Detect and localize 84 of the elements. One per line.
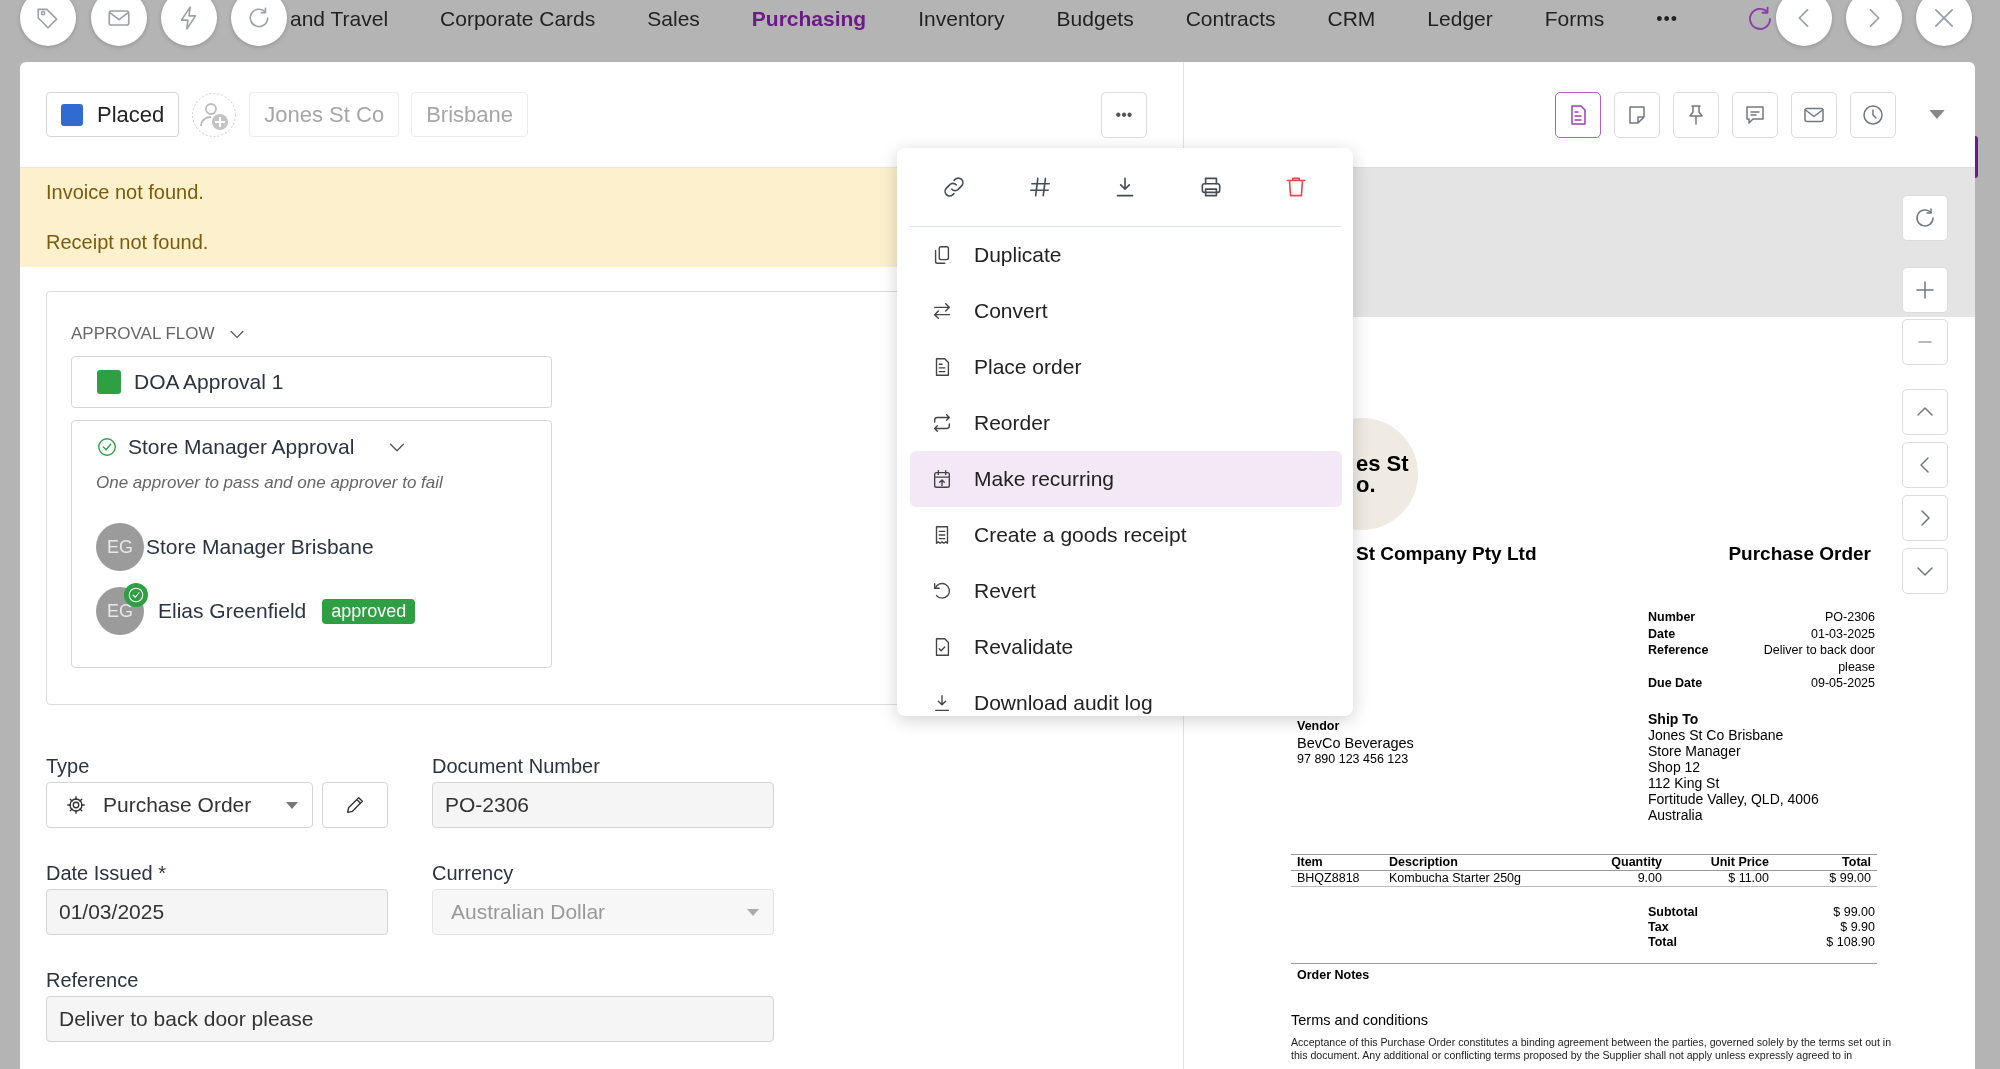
date-field[interactable]: 01/03/2025 (46, 889, 388, 935)
address-line: Australia (1648, 806, 1704, 823)
total-label: Tax (1648, 919, 1670, 935)
address-line: Store Manager (1648, 742, 1742, 759)
address-line: Fortitude Valley, QLD, 4006 (1648, 790, 1820, 807)
approval-stage[interactable]: DOA Approval 1 (71, 356, 552, 408)
status-chip[interactable]: Placed (46, 92, 180, 137)
total-value: $ 108.90 (1826, 934, 1875, 950)
menu-item[interactable]: Duplicate (910, 227, 1342, 283)
menu-item[interactable]: Reorder (910, 395, 1342, 451)
type-select[interactable]: Purchase Order (46, 782, 313, 828)
column-header: Quantity (1600, 854, 1668, 870)
column-header: Description (1383, 854, 1600, 870)
nav-tab[interactable]: Sales (647, 7, 700, 31)
section-title: APPROVAL FLOW (71, 324, 215, 344)
meta-label: Number (1648, 609, 1697, 626)
field-label: Currency (432, 862, 515, 885)
table-cell: Kombucha Starter 250g (1383, 870, 1600, 886)
column-header: Unit Price (1668, 854, 1775, 870)
nav-tab[interactable]: Contracts (1185, 7, 1276, 31)
reference-field[interactable]: Deliver to back door please (46, 996, 774, 1042)
table-cell: $ 11.00 (1668, 870, 1775, 886)
more-button[interactable]: ••• (1101, 91, 1147, 138)
field-label: Document Number (432, 755, 601, 778)
total-value: $ 9.90 (1839, 919, 1875, 935)
logo-text: es St (1356, 453, 1410, 474)
company-name: St Company Pty Ltd (1356, 543, 1537, 565)
meta-label: Due Date (1648, 675, 1704, 692)
terms-text: Acceptance of this Purchase Order constitutes a binding agreement between the parties, governed solely by the terms set out in this document. Any additional or conflicting terms proposed by the Supplier shall not apply unless expressly agreed to in (1291, 1035, 1893, 1062)
menu-item[interactable]: Download audit log (910, 675, 1342, 716)
logo-text: o. (1356, 474, 1377, 495)
menu-item[interactable]: Make recurring (910, 451, 1342, 507)
column-header: Total (1775, 854, 1877, 870)
nav-tab[interactable]: Corporate Cards (440, 7, 596, 31)
nav-tab[interactable]: Inventory (918, 7, 1005, 31)
nav-tab[interactable]: Purchasing (751, 7, 867, 31)
avatar: EG (96, 523, 144, 571)
terms-title: Terms and conditions (1291, 1011, 1429, 1028)
document-title: Purchase Order (1728, 543, 1871, 565)
nav-tab[interactable]: and Travel (290, 7, 389, 31)
total-label: Total (1648, 934, 1678, 950)
meta-value: 09-05-2025 (1810, 675, 1875, 692)
menu-item[interactable]: Revalidate (910, 619, 1342, 675)
table-cell: 9.00 (1600, 870, 1668, 886)
field-label: Date Issued * (46, 862, 168, 885)
vendor-number: 97 890 123 456 123 (1297, 751, 1410, 767)
menu-item[interactable]: Place order (910, 339, 1342, 395)
approver-name: Elias Greenfield (158, 599, 307, 623)
address-line: Jones St Co Brisbane (1648, 726, 1785, 743)
warning-text: Invoice not found. (46, 180, 204, 205)
stage-name: DOA Approval 1 (134, 370, 284, 394)
ship-to-label: Ship To (1648, 710, 1700, 727)
nav-tab[interactable]: Ledger (1427, 7, 1493, 31)
meta-label: Reference (1648, 642, 1710, 659)
approver-name: Store Manager Brisbane (146, 535, 374, 559)
meta-value: PO-2306 (1823, 609, 1875, 626)
nav-tab[interactable]: Budgets (1056, 7, 1134, 31)
nav-tab[interactable]: Forms (1544, 7, 1605, 31)
column-header: Item (1291, 854, 1383, 870)
approved-badge: approved (322, 598, 416, 624)
table-cell: BHQZ8818 (1291, 870, 1383, 886)
document-number-field[interactable]: PO-2306 (432, 782, 774, 828)
nav-tab[interactable]: CRM (1327, 7, 1376, 31)
notes-title: Order Notes (1296, 967, 1371, 982)
step-name: Store Manager Approval (128, 435, 355, 459)
vendor-name: BevCo Beverages (1297, 733, 1415, 752)
total-label: Subtotal (1648, 904, 1699, 920)
warning-text: Receipt not found. (46, 230, 209, 255)
field-label: Type (46, 755, 91, 778)
menu-item[interactable]: Convert (910, 283, 1342, 339)
vendor-label: Vendor (1297, 718, 1341, 734)
field-label: Reference (46, 969, 140, 992)
status-label: Placed (97, 101, 165, 128)
address-line: Shop 12 (1648, 758, 1701, 775)
table-cell: $ 99.00 (1775, 870, 1877, 886)
meta-value: 01-03-2025 (1810, 625, 1875, 642)
more-menu[interactable]: ••• (1656, 8, 1679, 30)
step-rule: One approver to pass and one approver to fail (96, 473, 444, 493)
menu-item[interactable]: Create a goods receipt (910, 507, 1342, 563)
address-line: 112 King St (1648, 774, 1721, 791)
meta-value: Deliver to back door please (1762, 642, 1875, 675)
meta-label: Date (1648, 625, 1677, 642)
menu-item[interactable]: Revert (910, 563, 1342, 619)
total-value: $ 99.00 (1832, 904, 1875, 920)
